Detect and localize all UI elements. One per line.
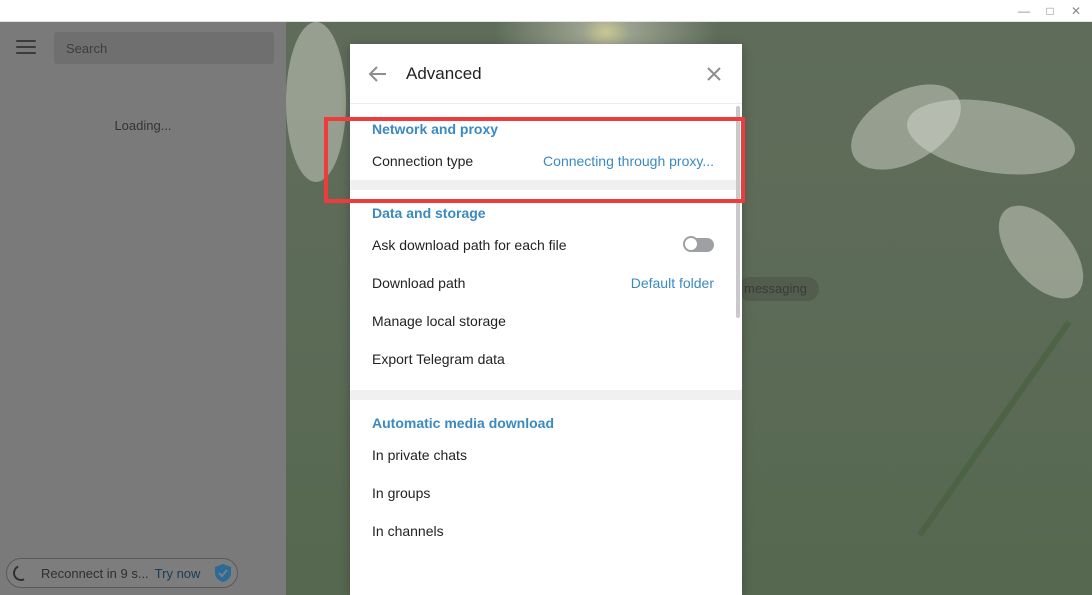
connection-type-value[interactable]: Connecting through proxy... bbox=[543, 153, 714, 169]
private-chats-row[interactable]: In private chats bbox=[350, 436, 742, 474]
service-message-pill: messaging bbox=[738, 277, 819, 301]
section-title: Automatic media download bbox=[372, 415, 555, 431]
background-stem bbox=[917, 320, 1072, 537]
auto-media-download-section: Automatic media download In private chat… bbox=[350, 400, 742, 550]
search-box[interactable] bbox=[54, 32, 274, 64]
row-label: Connection type bbox=[372, 153, 474, 169]
reconnect-text: Reconnect in 9 s... bbox=[41, 565, 149, 581]
network-proxy-section: Network and proxy Connection type Connec… bbox=[350, 104, 742, 180]
loading-text: Loading... bbox=[114, 118, 172, 133]
window-controls: — □ ✕ bbox=[1018, 0, 1082, 22]
groups-row[interactable]: In groups bbox=[350, 474, 742, 512]
back-arrow-icon[interactable] bbox=[368, 64, 388, 84]
sidebar: Loading... Reconnect in 9 s... Try now bbox=[0, 22, 286, 595]
connection-type-row[interactable]: Connection type Connecting through proxy… bbox=[350, 142, 742, 180]
window-close-button[interactable]: ✕ bbox=[1070, 4, 1082, 18]
row-label: Download path bbox=[372, 275, 466, 291]
reconnect-bar: Reconnect in 9 s... Try now bbox=[6, 558, 238, 588]
try-now-link[interactable]: Try now bbox=[155, 566, 201, 581]
row-label: Manage local storage bbox=[372, 313, 506, 329]
download-path-value[interactable]: Default folder bbox=[631, 275, 714, 291]
maximize-button[interactable]: □ bbox=[1044, 4, 1056, 18]
close-icon[interactable] bbox=[706, 66, 722, 82]
section-title: Network and proxy bbox=[372, 121, 499, 137]
background-petal bbox=[286, 22, 346, 182]
row-label: In channels bbox=[372, 523, 444, 539]
search-input[interactable] bbox=[54, 32, 274, 64]
row-label: Ask download path for each file bbox=[372, 237, 567, 253]
export-telegram-data-row[interactable]: Export Telegram data bbox=[350, 340, 742, 378]
window-titlebar: — □ ✕ bbox=[0, 0, 1092, 22]
modal-title: Advanced bbox=[406, 64, 482, 83]
ask-download-path-row[interactable]: Ask download path for each file bbox=[350, 226, 742, 264]
section-title: Data and storage bbox=[372, 205, 486, 221]
section-divider bbox=[350, 390, 742, 400]
shield-icon[interactable] bbox=[214, 563, 232, 583]
channels-row[interactable]: In channels bbox=[350, 512, 742, 550]
section-divider bbox=[350, 180, 742, 190]
minimize-button[interactable]: — bbox=[1018, 4, 1030, 18]
row-label: In groups bbox=[372, 485, 431, 501]
background-petal bbox=[982, 190, 1092, 314]
manage-local-storage-row[interactable]: Manage local storage bbox=[350, 302, 742, 340]
data-storage-section: Data and storage Ask download path for e… bbox=[350, 190, 742, 378]
modal-header: Advanced bbox=[350, 44, 742, 104]
row-label: In private chats bbox=[372, 447, 467, 463]
modal-scrollbar[interactable] bbox=[736, 106, 740, 318]
download-path-row[interactable]: Download path Default folder bbox=[350, 264, 742, 302]
row-label: Export Telegram data bbox=[372, 351, 505, 367]
hamburger-menu-icon[interactable] bbox=[16, 40, 36, 54]
advanced-settings-modal: Advanced Network and proxy Connection ty… bbox=[350, 44, 742, 595]
ask-download-path-toggle[interactable] bbox=[683, 236, 714, 252]
spinner-icon bbox=[10, 562, 32, 584]
